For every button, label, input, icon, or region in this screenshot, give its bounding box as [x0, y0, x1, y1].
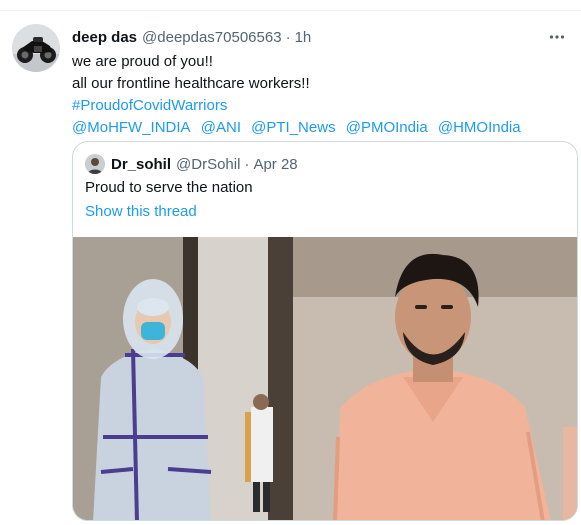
author-handle[interactable]: @deepdas70506563: [142, 29, 282, 46]
quoted-tweet-text: Proud to serve the nation: [85, 179, 253, 196]
author-avatar[interactable]: [12, 24, 60, 72]
quoted-tweet-header: Dr_sohil @DrSohil · Apr 28: [85, 154, 298, 174]
more-options-button[interactable]: [545, 25, 569, 49]
separator-dot: ·: [285, 28, 291, 46]
quoted-author-handle: @DrSohil: [176, 155, 241, 173]
person-avatar-image: [85, 154, 105, 174]
tweet-time[interactable]: 1h: [295, 29, 312, 46]
mention-link[interactable]: @PMOIndia: [346, 119, 428, 136]
quoted-author-name: Dr_sohil: [111, 155, 172, 173]
tweet-text-line: we are proud of you!!: [72, 53, 213, 70]
more-horizontal-icon: [549, 35, 565, 39]
mentions-line: @MoHFW_INDIA @ANI @PTI_News @PMOIndia @H…: [72, 118, 562, 140]
tweet-body: we are proud of you!! all our frontline …: [72, 52, 562, 140]
photo-healthcare-workers: [73, 237, 577, 520]
mention-link[interactable]: @MoHFW_INDIA: [72, 119, 191, 136]
quoted-tweet-date: Apr 28: [253, 155, 298, 173]
mention-link[interactable]: @HMOIndia: [438, 119, 521, 136]
quoted-author-avatar: [85, 154, 105, 174]
timeline-divider: [0, 0, 581, 11]
mention-link[interactable]: @ANI: [201, 119, 241, 136]
author-name[interactable]: deep das: [72, 29, 137, 46]
separator-dot: ·: [244, 155, 250, 173]
show-thread-link[interactable]: Show this thread: [85, 202, 197, 222]
hashtag-link[interactable]: #ProudofCovidWarriors: [72, 96, 562, 118]
motorcycle-avatar-image: [12, 24, 60, 72]
quoted-tweet-card[interactable]: Dr_sohil @DrSohil · Apr 28 Proud to serv…: [72, 141, 578, 521]
tweet-text-line: all our frontline healthcare workers!!: [72, 75, 310, 92]
quoted-tweet-photo[interactable]: [73, 237, 577, 520]
tweet-header: deep das @deepdas70506563 · 1h: [72, 27, 311, 47]
mention-link[interactable]: @PTI_News: [251, 119, 335, 136]
